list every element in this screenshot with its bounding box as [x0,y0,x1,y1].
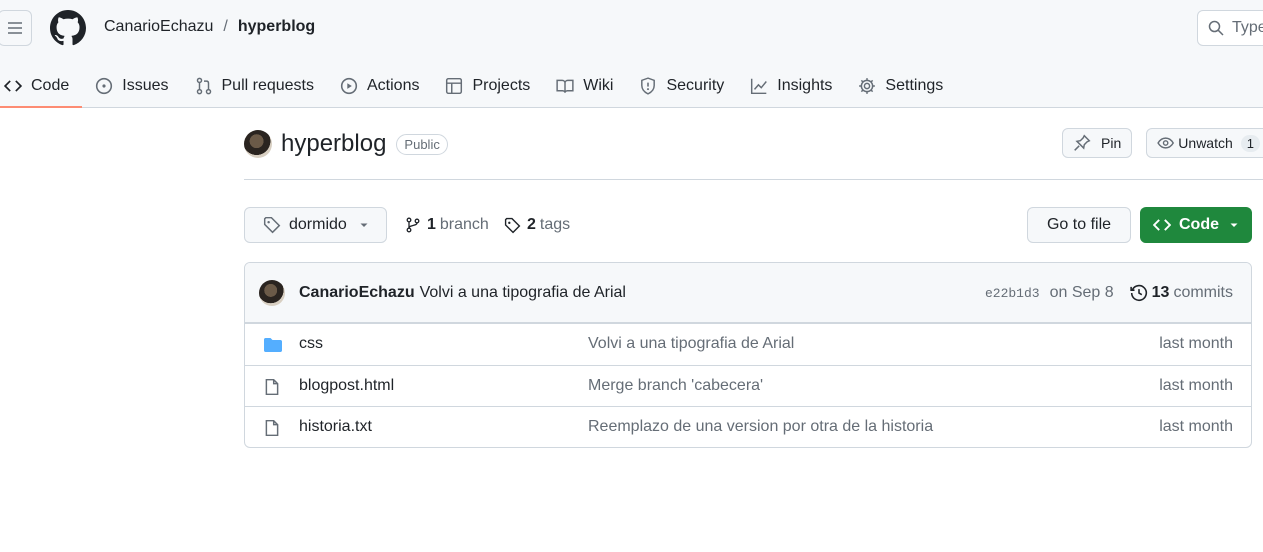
file-browser: CanarioEchazu Volvi a una tipografia de … [244,262,1252,448]
tag-icon [504,217,521,233]
header-divider [244,179,1263,180]
file-row[interactable]: css Volvi a una tipografia de Arial last… [245,323,1251,365]
commit-count-label: commits [1173,284,1233,301]
commit-count: 13 [1151,284,1170,301]
breadcrumb: CanarioEchazu / hyperblog [104,18,315,36]
search-icon [1208,20,1224,36]
commit-message[interactable]: Volvi a una tipografia de Arial [420,284,626,302]
tag-count: 2 [527,216,536,233]
file-age: last month [1159,418,1233,436]
tab-issues[interactable]: Issues [82,64,181,108]
repo-nav-tabs: Code Issues Pull requests Actions Projec… [0,64,956,108]
repo-header: CanarioEchazu / hyperblog Type Code Issu… [0,0,1263,108]
unwatch-label: Unwatch [1178,135,1233,151]
file-icon [265,419,279,437]
history-icon [1129,284,1147,302]
file-row[interactable]: blogpost.html Merge branch 'cabecera' la… [245,364,1251,407]
code-icon [1153,219,1171,231]
commit-author-avatar[interactable] [259,279,285,306]
issue-icon [96,77,113,95]
hamburger-icon [8,22,22,34]
file-name[interactable]: historia.txt [299,418,372,436]
tab-settings-label: Settings [885,77,944,94]
tab-insights-label: Insights [777,77,833,94]
gear-icon [859,78,876,94]
file-row[interactable]: historia.txt Reemplazo de una version po… [245,406,1251,447]
branch-count-label: branch [439,216,489,233]
file-commit-message[interactable]: Reemplazo de una version por otra de la … [588,418,933,436]
commit-meta: e22b1d3 on Sep 8 13 commits [985,263,1233,323]
tab-security[interactable]: Security [626,64,737,108]
breadcrumb-separator: / [223,18,228,35]
branch-icon [406,217,420,233]
tab-actions[interactable]: Actions [327,64,432,108]
tab-settings[interactable]: Settings [845,64,956,108]
tab-code-label: Code [31,77,70,94]
pin-label: Pin [1101,135,1122,151]
repo-title: hyperblog Public [244,128,448,160]
search-placeholder: Type [1232,19,1263,36]
commit-date: on Sep 8 [1049,284,1114,301]
caret-down-icon [360,223,368,227]
tab-issues-label: Issues [122,77,169,94]
eye-icon [1157,137,1175,149]
tab-projects[interactable]: Projects [432,64,543,108]
file-age: last month [1159,335,1233,353]
tab-security-label: Security [666,77,725,94]
visibility-badge: Public [396,133,448,155]
pull-request-icon [196,77,211,95]
commit-author[interactable]: CanarioEchazu [299,284,415,302]
caret-down-icon [1230,223,1238,227]
file-commit-message[interactable]: Volvi a una tipografia de Arial [588,335,794,353]
tab-pull-requests-label: Pull requests [221,77,315,94]
branch-name: dormido [289,216,347,233]
book-icon [556,79,574,93]
tab-code[interactable]: Code [0,64,83,108]
tag-icon [263,216,281,234]
tab-insights[interactable]: Insights [737,64,845,108]
pin-button[interactable]: Pin [1062,128,1133,158]
branch-count: 1 [427,216,436,233]
tab-pull-requests[interactable]: Pull requests [182,64,328,108]
unwatch-button[interactable]: Unwatch 1 [1146,128,1263,158]
commits-link[interactable]: 13 commits [1129,284,1233,302]
tab-wiki-label: Wiki [583,77,614,94]
pin-icon [1074,134,1091,151]
tab-wiki[interactable]: Wiki [543,64,626,108]
tags-link[interactable]: 2 tags [504,207,570,243]
tag-count-label: tags [539,216,571,233]
branch-select-button[interactable]: dormido [244,207,387,243]
code-dropdown-button[interactable]: Code [1140,207,1252,243]
go-to-file-button[interactable]: Go to file [1027,207,1131,243]
table-icon [446,77,463,95]
branches-link[interactable]: 1 branch [405,207,489,243]
watch-counter: 1 [1240,134,1260,152]
owner-link[interactable]: CanarioEchazu [104,18,213,36]
code-icon [4,80,22,92]
file-name[interactable]: blogpost.html [299,377,394,395]
tab-actions-label: Actions [367,77,420,94]
play-icon [340,77,358,95]
tab-projects-label: Projects [472,77,531,94]
file-name[interactable]: css [299,335,323,353]
repo-name[interactable]: hyperblog [281,130,386,158]
commit-sha[interactable]: e22b1d3 [985,286,1040,301]
graph-icon [751,78,768,95]
github-logo-icon[interactable] [50,10,86,46]
file-icon [265,378,279,395]
file-commit-message[interactable]: Merge branch 'cabecera' [588,377,763,395]
owner-avatar[interactable] [244,130,272,158]
file-age: last month [1159,376,1233,394]
latest-commit-bar: CanarioEchazu Volvi a una tipografia de … [245,263,1251,323]
shield-icon [641,77,656,95]
code-button-label: Code [1179,216,1219,233]
repo-link[interactable]: hyperblog [238,18,315,36]
folder-icon [264,338,282,352]
search-input[interactable]: Type [1197,10,1263,46]
hamburger-menu-button[interactable] [0,10,32,46]
